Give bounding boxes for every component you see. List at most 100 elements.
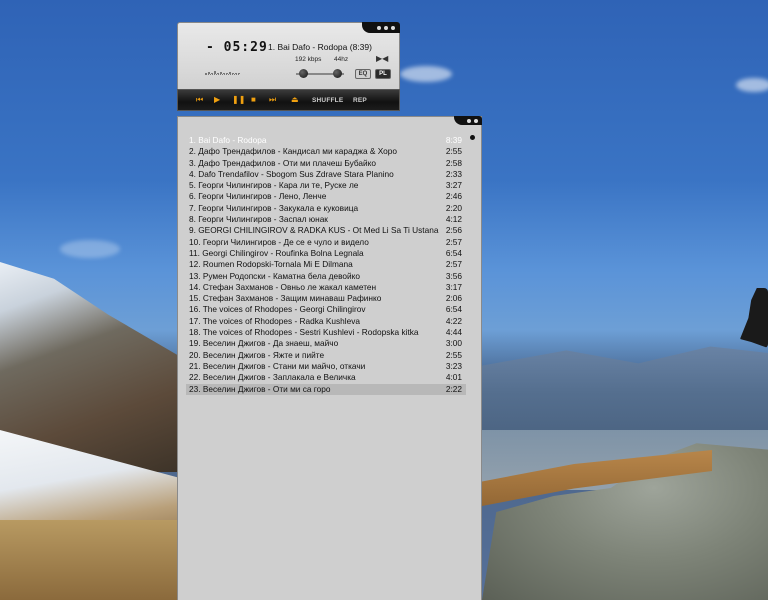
- playlist-tracks: 1. Bai Dafo - Rodopa 8:39 2. Дафо Трендафи…: [186, 135, 466, 395]
- eject-icon[interactable]: ⏏: [291, 96, 299, 104]
- playlist-row[interactable]: 1. Bai Dafo - Rodopa 8:39: [186, 135, 466, 146]
- track-duration: 4:01: [445, 372, 462, 383]
- playlist-close-dot-icon[interactable]: [474, 118, 478, 123]
- playlist-window-controls[interactable]: [454, 116, 482, 125]
- track-duration: 2:58: [445, 157, 462, 168]
- playlist-button[interactable]: PL: [375, 69, 391, 79]
- playlist-row[interactable]: 7. Георги Чилингиров - Закукала е кукови…: [186, 203, 466, 214]
- track-duration: 3:27: [445, 180, 462, 191]
- playlist-row[interactable]: 3. Дафо Трендафилов - Оти ми плачеш Буба…: [186, 158, 466, 169]
- visualizer-bar: [226, 73, 228, 74]
- playlist-row[interactable]: 15. Стефан Захманов - Защим минаваш Рафи…: [186, 293, 466, 304]
- track-name: 14. Стефан Захманов - Овньо ле жакал кам…: [189, 281, 377, 292]
- balance-knob[interactable]: [333, 69, 342, 78]
- track-duration: 2:57: [445, 236, 462, 247]
- track-name: 16. The voices of Rhodopes - Georgi Chil…: [189, 304, 366, 315]
- track-name: 12. Roumen Rodopski-Tornala Mi E Dilmana: [189, 259, 353, 270]
- play-icon[interactable]: ▶: [214, 96, 220, 104]
- playlist-row[interactable]: 21. Веселин Джигов - Стани ми майчо, отк…: [186, 361, 466, 372]
- visualizer-bar: [214, 71, 216, 74]
- track-duration: 2:57: [445, 259, 462, 270]
- track-duration: 4:12: [445, 214, 462, 225]
- visualizer[interactable]: [205, 61, 240, 75]
- track-name: 6. Георги Чилингиров - Лено, Ленче: [189, 191, 327, 202]
- playlist-row[interactable]: 2. Дафо Трендафилов - Кандисал ми карадж…: [186, 146, 466, 157]
- track-duration: 8:39: [445, 135, 462, 145]
- track-name: 21. Веселин Джигов - Стани ми майчо, отк…: [189, 360, 366, 371]
- playlist-menu-dot-icon[interactable]: [467, 118, 471, 123]
- track-duration: 3:56: [445, 270, 462, 281]
- track-duration: 4:44: [445, 327, 462, 338]
- track-duration: 6:54: [445, 304, 462, 315]
- track-duration: 2:55: [445, 146, 462, 157]
- pause-icon[interactable]: ❚❚: [232, 96, 245, 104]
- samplerate-label: 44hz: [334, 56, 349, 63]
- visualizer-bar: [235, 73, 237, 74]
- transport-bar: ⏮ ▶ ❚❚ ■ ⏭ ⏏ SHUFFLE REP: [177, 89, 400, 111]
- track-name: 23. Веселин Джигов - Оти ми са горо: [189, 383, 331, 394]
- stop-icon[interactable]: ■: [251, 96, 256, 104]
- playlist-row[interactable]: 9. GEORGI CHILINGIROV & RADKA KUS - Ot M…: [186, 225, 466, 236]
- track-name: 1. Bai Dafo - Rodopa: [189, 135, 267, 145]
- track-duration: 3:23: [445, 360, 462, 371]
- playlist-row[interactable]: 4. Dafo Trendafilov - Sbogom Sus Zdrave …: [186, 169, 466, 180]
- visualizer-bar: [229, 72, 231, 74]
- track-duration: 2:55: [445, 349, 462, 360]
- track-name: 17. The voices of Rhodopes - Radka Kushl…: [189, 315, 360, 326]
- track-name: 15. Стефан Захманов - Защим минаваш Рафи…: [189, 293, 382, 304]
- hiker-figure: [740, 288, 768, 348]
- track-name: 4. Dafo Trendafilov - Sbogom Sus Zdrave …: [189, 168, 394, 179]
- playlist-row[interactable]: 18. The voices of Rhodopes - Sestri Kush…: [186, 327, 466, 338]
- minimize-dot-icon[interactable]: [384, 25, 388, 30]
- stereo-icon: ▶◀: [376, 54, 389, 63]
- track-name: 13. Румен Родопски - Каматна бела девойк…: [189, 270, 360, 281]
- track-duration: 2:20: [445, 202, 462, 213]
- menu-dot-icon[interactable]: [377, 25, 381, 30]
- playlist-row[interactable]: 6. Георги Чилингиров - Лено, Ленче 2:46: [186, 191, 466, 202]
- playlist-row[interactable]: 23. Веселин Джигов - Оти ми са горо 2:22: [186, 383, 466, 395]
- visualizer-bar: [205, 73, 207, 74]
- time-display[interactable]: - 05:29: [206, 40, 268, 55]
- window-controls[interactable]: [362, 22, 400, 33]
- track-title: 1. Bai Dafo - Rodopa (8:39): [268, 42, 372, 52]
- track-duration: 2:46: [445, 191, 462, 202]
- playlist-row[interactable]: 20. Веселин Джигов - Яжте и пийте 2:55: [186, 350, 466, 361]
- shuffle-button[interactable]: SHUFFLE: [312, 97, 343, 104]
- volume-knob[interactable]: [299, 69, 308, 78]
- visualizer-bar: [217, 73, 219, 74]
- visualizer-bar: [208, 72, 210, 74]
- track-name: 22. Веселин Джигов - Заплакала е Величка: [189, 372, 356, 383]
- playlist-row[interactable]: 11. Georgi Chilingirov - Roufinka Bolna …: [186, 248, 466, 259]
- playlist-row[interactable]: 10. Георги Чилингиров - Де се е чуло и в…: [186, 237, 466, 248]
- track-name: 3. Дафо Трендафилов - Оти ми плачеш Буба…: [189, 157, 377, 168]
- track-name: 5. Георги Чилингиров - Кара ли те, Руске…: [189, 180, 359, 191]
- playlist-window[interactable]: 1. Bai Dafo - Rodopa 8:39 2. Дафо Трендафи…: [177, 116, 482, 600]
- visualizer-bar: [232, 73, 234, 74]
- playlist-row[interactable]: 5. Георги Чилингиров - Кара ли те, Руске…: [186, 180, 466, 191]
- track-duration: 2:06: [445, 293, 462, 304]
- playlist-row[interactable]: 8. Георги Чилингиров - Заспал юнак 4:12: [186, 214, 466, 225]
- track-duration: 6:54: [445, 247, 462, 258]
- scrollbar-thumb[interactable]: [470, 135, 475, 140]
- playlist-row[interactable]: 13. Румен Родопски - Каматна бела девойк…: [186, 271, 466, 282]
- playlist-row[interactable]: 12. Roumen Rodopski-Tornala Mi E Dilmana…: [186, 259, 466, 270]
- track-duration: 3:17: [445, 281, 462, 292]
- track-duration: 2:56: [445, 225, 462, 236]
- track-name: 2. Дафо Трендафилов - Кандисал ми карадж…: [189, 146, 398, 157]
- track-name: 10. Георги Чилингиров - Де се е чуло и в…: [189, 236, 369, 247]
- track-duration: 3:00: [445, 338, 462, 349]
- track-name: 19. Веселин Джигов - Да знаеш, майчо: [189, 338, 339, 349]
- bitrate-label: 192 kbps: [295, 56, 322, 63]
- track-name: 8. Георги Чилингиров - Заспал юнак: [189, 214, 328, 225]
- playlist-row[interactable]: 14. Стефан Захманов - Овньо ле жакал кам…: [186, 282, 466, 293]
- repeat-button[interactable]: REP: [353, 97, 367, 104]
- playlist-row[interactable]: 19. Веселин Джигов - Да знаеш, майчо 3:00: [186, 338, 466, 349]
- next-icon[interactable]: ⏭: [269, 96, 276, 104]
- playlist-row[interactable]: 17. The voices of Rhodopes - Radka Kushl…: [186, 316, 466, 327]
- eq-button[interactable]: EQ: [355, 69, 371, 79]
- close-dot-icon[interactable]: [391, 25, 395, 30]
- playlist-row[interactable]: 22. Веселин Джигов - Заплакала е Величка…: [186, 372, 466, 383]
- playlist-row[interactable]: 16. The voices of Rhodopes - Georgi Chil…: [186, 304, 466, 315]
- previous-icon[interactable]: ⏮: [196, 96, 203, 104]
- track-name: 9. GEORGI CHILINGIROV & RADKA KUS - Ot M…: [189, 225, 439, 236]
